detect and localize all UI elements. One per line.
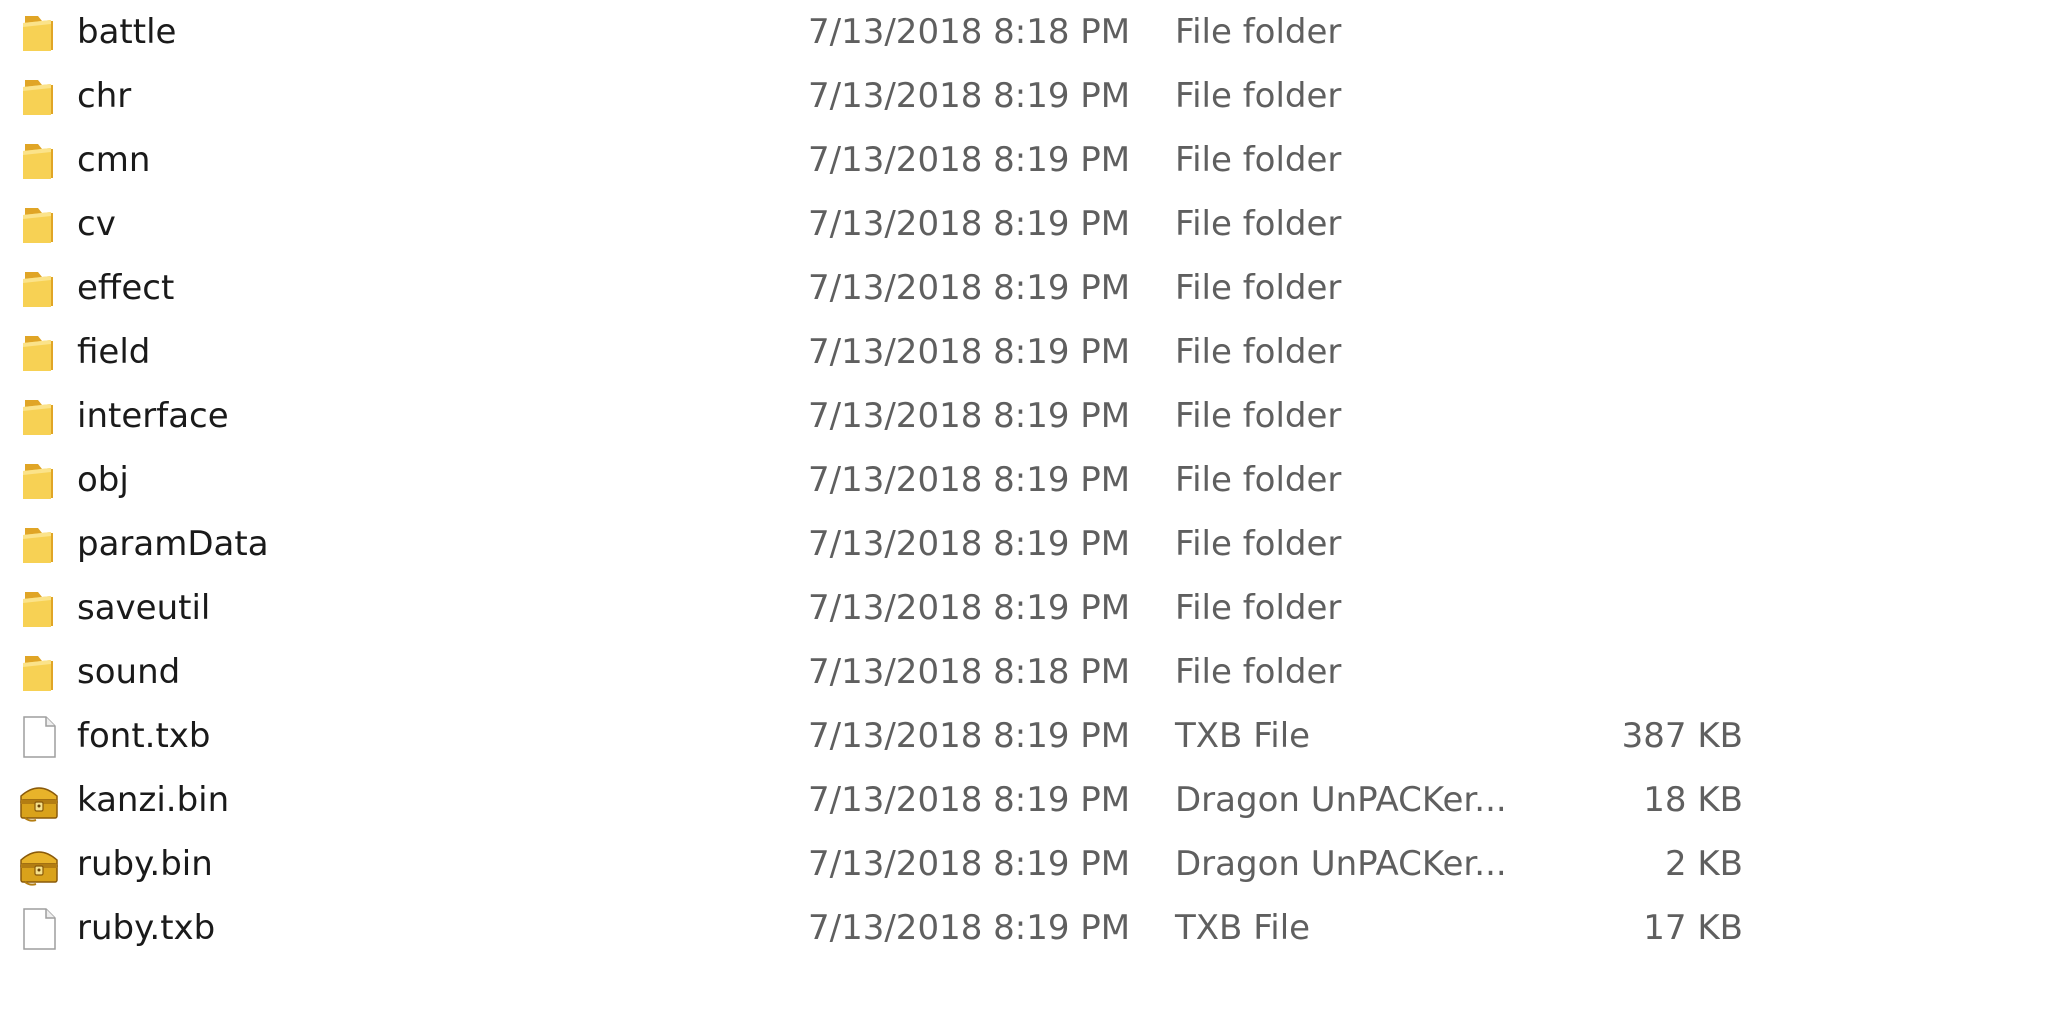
file-type: TXB File bbox=[1175, 716, 1311, 756]
file-type: File folder bbox=[1175, 12, 1342, 52]
file-type: File folder bbox=[1175, 76, 1342, 116]
folder-icon bbox=[16, 586, 62, 632]
file-date-modified: 7/13/2018 8:18 PM bbox=[808, 652, 1131, 692]
file-date-modified: 7/13/2018 8:19 PM bbox=[808, 780, 1131, 820]
file-row[interactable]: paramData 7/13/2018 8:19 PM File folder bbox=[0, 512, 1760, 576]
file-size: 387 KB bbox=[1621, 716, 1743, 756]
file-name: saveutil bbox=[77, 588, 211, 628]
file-date-modified: 7/13/2018 8:19 PM bbox=[808, 332, 1131, 372]
file-type: File folder bbox=[1175, 460, 1342, 500]
blank-file-icon bbox=[16, 714, 62, 760]
file-name: chr bbox=[77, 76, 132, 116]
file-type: File folder bbox=[1175, 268, 1342, 308]
file-name: obj bbox=[77, 460, 129, 500]
file-name: cv bbox=[77, 204, 116, 244]
treasure-chest-icon bbox=[16, 842, 62, 888]
file-name: ruby.bin bbox=[77, 844, 213, 884]
file-row[interactable]: kanzi.bin 7/13/2018 8:19 PM Dragon UnPACKe… bbox=[0, 768, 1760, 832]
file-name: font.txb bbox=[77, 716, 211, 756]
file-row[interactable]: field 7/13/2018 8:19 PM File folder bbox=[0, 320, 1760, 384]
file-name: ruby.txb bbox=[77, 908, 216, 948]
file-type: Dragon UnPACKer... bbox=[1175, 780, 1507, 820]
folder-icon bbox=[16, 650, 62, 696]
file-date-modified: 7/13/2018 8:19 PM bbox=[808, 140, 1131, 180]
file-row[interactable]: battle 7/13/2018 8:18 PM File folder bbox=[0, 0, 1760, 64]
file-name: sound bbox=[77, 652, 181, 692]
file-name: effect bbox=[77, 268, 175, 308]
blank-file-icon bbox=[16, 906, 62, 952]
file-row[interactable]: ruby.txb 7/13/2018 8:19 PM TXB File 17 KB bbox=[0, 896, 1760, 960]
file-date-modified: 7/13/2018 8:18 PM bbox=[808, 12, 1131, 52]
file-row[interactable]: saveutil 7/13/2018 8:19 PM File folder bbox=[0, 576, 1760, 640]
file-date-modified: 7/13/2018 8:19 PM bbox=[808, 396, 1131, 436]
file-date-modified: 7/13/2018 8:19 PM bbox=[808, 460, 1131, 500]
file-date-modified: 7/13/2018 8:19 PM bbox=[808, 908, 1131, 948]
file-row[interactable]: ruby.bin 7/13/2018 8:19 PM Dragon UnPACKer… bbox=[0, 832, 1760, 896]
file-name: paramData bbox=[77, 524, 269, 564]
file-date-modified: 7/13/2018 8:19 PM bbox=[808, 844, 1131, 884]
file-type: File folder bbox=[1175, 588, 1342, 628]
folder-icon bbox=[16, 458, 62, 504]
file-size: 2 KB bbox=[1664, 844, 1743, 884]
file-name: interface bbox=[77, 396, 229, 436]
file-row[interactable]: chr 7/13/2018 8:19 PM File folder bbox=[0, 64, 1760, 128]
file-type: File folder bbox=[1175, 652, 1342, 692]
folder-icon bbox=[16, 266, 62, 312]
file-row[interactable]: interface 7/13/2018 8:19 PM File folder bbox=[0, 384, 1760, 448]
file-row[interactable]: effect 7/13/2018 8:19 PM File folder bbox=[0, 256, 1760, 320]
folder-icon bbox=[16, 202, 62, 248]
file-type: File folder bbox=[1175, 396, 1342, 436]
folder-icon bbox=[16, 522, 62, 568]
file-type: File folder bbox=[1175, 140, 1342, 180]
file-row[interactable]: font.txb 7/13/2018 8:19 PM TXB File 387 KB bbox=[0, 704, 1760, 768]
file-date-modified: 7/13/2018 8:19 PM bbox=[808, 204, 1131, 244]
file-type: File folder bbox=[1175, 524, 1342, 564]
folder-icon bbox=[16, 330, 62, 376]
file-type: File folder bbox=[1175, 204, 1342, 244]
file-size: 18 KB bbox=[1643, 780, 1743, 820]
folder-icon bbox=[16, 74, 62, 120]
folder-icon bbox=[16, 394, 62, 440]
file-row[interactable]: sound 7/13/2018 8:18 PM File folder bbox=[0, 640, 1760, 704]
treasure-chest-icon bbox=[16, 778, 62, 824]
file-type: Dragon UnPACKer... bbox=[1175, 844, 1507, 884]
file-date-modified: 7/13/2018 8:19 PM bbox=[808, 716, 1131, 756]
file-date-modified: 7/13/2018 8:19 PM bbox=[808, 524, 1131, 564]
file-type: TXB File bbox=[1175, 908, 1311, 948]
file-date-modified: 7/13/2018 8:19 PM bbox=[808, 268, 1131, 308]
folder-icon bbox=[16, 138, 62, 184]
file-list: battle 7/13/2018 8:18 PM File folder chr 7/… bbox=[0, 0, 2057, 960]
file-date-modified: 7/13/2018 8:19 PM bbox=[808, 76, 1131, 116]
file-row[interactable]: cv 7/13/2018 8:19 PM File folder bbox=[0, 192, 1760, 256]
file-row[interactable]: cmn 7/13/2018 8:19 PM File folder bbox=[0, 128, 1760, 192]
file-name: battle bbox=[77, 12, 177, 52]
file-size: 17 KB bbox=[1643, 908, 1743, 948]
file-date-modified: 7/13/2018 8:19 PM bbox=[808, 588, 1131, 628]
file-type: File folder bbox=[1175, 332, 1342, 372]
file-row[interactable]: obj 7/13/2018 8:19 PM File folder bbox=[0, 448, 1760, 512]
file-name: kanzi.bin bbox=[77, 780, 230, 820]
folder-icon bbox=[16, 10, 62, 56]
file-name: cmn bbox=[77, 140, 151, 180]
file-name: field bbox=[77, 332, 151, 372]
